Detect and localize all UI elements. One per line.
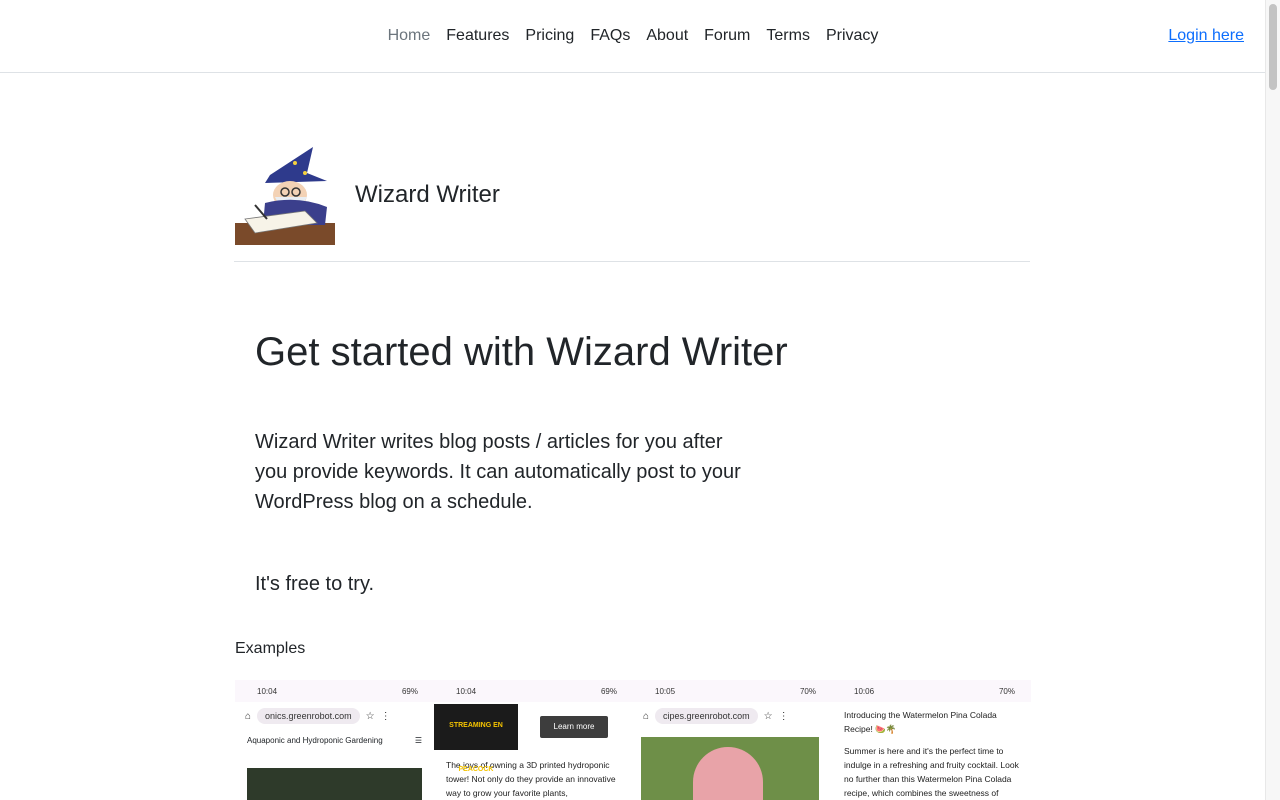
recipe-body: Summer is here and it's the perfect time… (844, 746, 1019, 798)
status-bar: 10:04 69% (434, 680, 633, 702)
example-screenshot-1[interactable]: 10:04 69% ⌂ onics.greenrobot.com ☆ ⋮ Aqu… (235, 680, 434, 800)
nav-faqs[interactable]: FAQs (582, 0, 638, 72)
nav-about[interactable]: About (638, 0, 696, 72)
wizard-logo-icon (235, 145, 335, 245)
login-link[interactable]: Login here (1168, 0, 1244, 72)
ad-banner: STREAMING EN PEACOCK Learn more (434, 702, 633, 773)
top-navbar: Home Features Pricing FAQs About Forum T… (0, 0, 1266, 73)
nav-terms[interactable]: Terms (758, 0, 818, 72)
nav-home[interactable]: Home (380, 0, 439, 72)
status-time: 10:05 (655, 686, 676, 696)
star-icon: ☆ (763, 710, 773, 722)
example-screenshot-4[interactable]: 10:06 70% Introducing the Watermelon Pin… (832, 680, 1031, 800)
status-bar: 10:05 70% (633, 680, 832, 702)
menu-dots-icon: ⋮ (380, 710, 391, 722)
drink-photo (641, 737, 819, 800)
brand-header: Wizard Writer (234, 145, 1030, 262)
examples-label: Examples (235, 640, 306, 657)
url-text: cipes.greenrobot.com (655, 708, 758, 724)
star-icon: ☆ (365, 710, 375, 722)
article-title-text: Aquaponic and Hydroponic Gardening (247, 736, 383, 745)
article-photo (247, 768, 422, 800)
ad-learn-more-button[interactable]: Learn more (540, 716, 608, 738)
brand-name: Wizard Writer (355, 181, 500, 208)
hamburger-icon: ☰ (414, 736, 422, 745)
hero-description: Wizard Writer writes blog posts / articl… (255, 431, 741, 513)
status-time: 10:06 (854, 686, 875, 696)
status-battery: 69% (600, 686, 617, 696)
nav-privacy[interactable]: Privacy (818, 0, 886, 72)
menu-dots-icon: ⋮ (778, 710, 789, 722)
scroll-thumb[interactable] (1269, 4, 1277, 90)
recipe-heading: Introducing the Watermelon Pina Colada R… (844, 710, 997, 734)
free-trial-text: It's free to try. (255, 573, 375, 595)
url-text: onics.greenrobot.com (257, 708, 360, 724)
url-bar: ⌂ cipes.greenrobot.com ☆ ⋮ (633, 702, 832, 730)
status-time: 10:04 (257, 686, 278, 696)
example-screenshot-3[interactable]: 10:05 70% ⌂ cipes.greenrobot.com ☆ ⋮ (633, 680, 832, 800)
example-screenshot-2[interactable]: 10:04 69% STREAMING EN PEACOCK Learn mor… (434, 680, 633, 800)
home-icon: ⌂ (643, 710, 650, 722)
page-scrollbar[interactable] (1265, 0, 1280, 800)
drink-glass (693, 747, 763, 800)
ad-image: STREAMING EN PEACOCK (434, 704, 518, 773)
status-bar: 10:04 69% (235, 680, 434, 702)
page-title: Get started with Wizard Writer (255, 330, 788, 374)
nav-links: Home Features Pricing FAQs About Forum T… (0, 0, 1266, 72)
nav-features[interactable]: Features (438, 0, 517, 72)
nav-pricing[interactable]: Pricing (517, 0, 582, 72)
status-time: 10:04 (456, 686, 477, 696)
nav-forum[interactable]: Forum (696, 0, 758, 72)
url-bar: ⌂ onics.greenrobot.com ☆ ⋮ (235, 702, 434, 730)
status-bar: 10:06 70% (832, 680, 1031, 702)
article-title: Aquaponic and Hydroponic Gardening ☰ (235, 730, 434, 751)
home-icon: ⌂ (245, 710, 252, 722)
status-battery: 69% (401, 686, 418, 696)
examples-gallery: 10:04 69% ⌂ onics.greenrobot.com ☆ ⋮ Aqu… (235, 680, 1031, 800)
status-battery: 70% (799, 686, 816, 696)
status-battery: 70% (998, 686, 1015, 696)
